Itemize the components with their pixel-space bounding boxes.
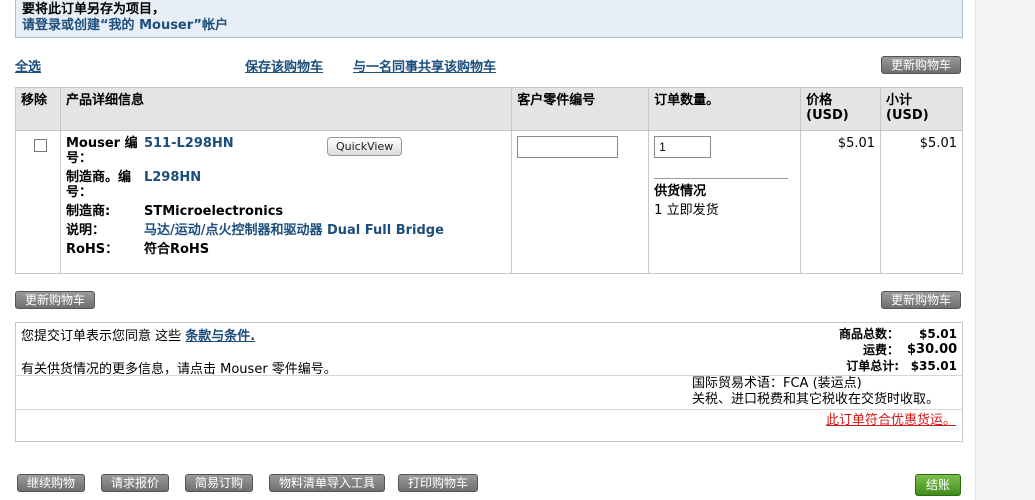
header-order-quantity: 订单数量。 [648,87,802,131]
order-summary: 您提交订单表示您同意 这些 条款与条件. 有关供货情况的更多信息，请点击 Mou… [15,322,963,442]
checkout-button[interactable]: 结账 [915,474,962,496]
customer-part-number-cell [511,130,650,274]
terms-prefix: 您提交订单表示您同意 这些 [21,329,182,344]
page-right-gutter [975,0,1035,500]
summary-divider-2 [16,409,962,410]
price-cell: $5.01 [800,130,882,274]
select-all-link[interactable]: 全选 [15,56,41,75]
shipping-value: $30.00 [907,342,958,357]
order-total-row: 订单总计: $35.01 [807,358,957,374]
availability-value: 1 立即发货 [654,203,719,218]
update-cart-button-bottom-left[interactable]: 更新购物车 [15,291,96,309]
manufacturer-number-link[interactable]: L298HN [144,170,506,200]
promo-shipping-link[interactable]: 此订单符合优惠货运。 [826,409,956,428]
cart-header-row: 移除 产品详细信息 客户零件编号 订单数量。 价格 (USD) 小计 (USD) [15,87,963,131]
quantity-cell: 供货情况 1 立即发货 [648,130,802,274]
continue-shopping-button[interactable]: 继续购物 [17,474,86,492]
header-remove: 移除 [15,87,61,131]
remove-checkbox[interactable] [34,139,47,152]
header-customer-part-number: 客户零件编号 [511,87,650,131]
manufacturer-label: 制造商: [65,204,111,219]
header-subtotal-unit: (USD) [886,108,929,123]
duties-text: 关税、进口税费和其它税收在交货时收取。 [692,392,940,407]
order-total-label: 订单总计: [846,359,899,373]
remove-cell [15,130,61,274]
save-cart-link[interactable]: 保存该购物车 [245,56,323,75]
terms-link[interactable]: 条款与条件. [185,329,255,344]
mouser-number-label: Mouser 编号： [65,136,138,166]
terms-text: 您提交订单表示您同意 这些 条款与条件. [21,325,255,344]
manufacturer-value: STMicroelectronics [143,204,284,219]
customer-part-number-input[interactable] [517,136,619,158]
header-price-label: 价格 [806,93,833,108]
description-label: 说明： [65,223,105,238]
bom-import-tool-button[interactable]: 物料清单导入工具 [269,474,386,492]
header-price-unit: (USD) [806,108,849,123]
header-price: 价格 (USD) [800,87,882,131]
subtotal-cell: $5.01 [880,130,963,274]
header-product-details: 产品详细信息 [60,87,513,131]
order-total-value: $35.01 [910,359,957,373]
easy-order-button[interactable]: 简易订购 [185,474,254,492]
line-subtotal: $5.01 [919,136,957,151]
table-row: Mouser 编号： 511-L298HN 制造商。编号： L298HN 制造商… [15,130,963,274]
incoterms-text: 国际贸易术语：FCA (装运点) [692,376,862,391]
login-notice: 要将此订单另存为项目， 请登录或创建“我的 Mouser”帐户 [15,0,963,38]
trade-terms: 国际贸易术语：FCA (装运点) 关税、进口税费和其它税收在交货时收取。 [692,376,939,408]
order-totals: 商品总数： $5.01 运费： $30.00 订单总计: $35.01 [807,326,957,374]
product-details-cell: Mouser 编号： 511-L298HN 制造商。编号： L298HN 制造商… [60,130,513,274]
notice-line1: 要将此订单另存为项目， [22,2,166,17]
shipping-row: 运费： $30.00 [807,342,957,358]
print-cart-button[interactable]: 打印购物车 [398,474,479,492]
merchandise-total-label: 商品总数： [838,327,899,341]
availability-divider [654,178,789,179]
update-cart-button-top[interactable]: 更新购物车 [881,56,962,74]
merchandise-total-row: 商品总数： $5.01 [807,326,957,342]
shipping-label: 运费： [862,343,899,357]
mouser-number-link[interactable]: 511-L298HN [144,136,506,166]
header-subtotal: 小计 (USD) [880,87,963,131]
availability-label: 供货情况 [654,184,707,199]
manufacturer-number-label: 制造商。编号： [65,170,131,200]
request-quote-button[interactable]: 请求报价 [101,474,170,492]
quickview-button[interactable]: QuickView [327,137,403,156]
header-subtotal-label: 小计 [886,93,913,108]
quantity-input[interactable] [654,136,712,158]
cart-top-links: 全选 保存该购物车 与一名同事共享该购物车 [15,56,963,76]
description-link[interactable]: 马达/运动/点火控制器和驱动器 Dual Full Bridge [144,223,506,238]
unit-price: $5.01 [837,136,876,151]
notice-login-link[interactable]: 请登录或创建“我的 Mouser”帐户 [22,18,956,34]
rohs-value: 符合RoHS [143,242,210,257]
update-cart-button-bottom-right[interactable]: 更新购物车 [881,291,962,309]
cart-table: 移除 产品详细信息 客户零件编号 订单数量。 价格 (USD) 小计 (USD) M… [15,87,963,274]
product-details: Mouser 编号： 511-L298HN 制造商。编号： L298HN 制造商… [66,136,506,257]
rohs-label: RoHS： [65,242,119,257]
share-cart-link[interactable]: 与一名同事共享该购物车 [353,56,496,75]
merchandise-total-value: $5.01 [919,327,957,341]
